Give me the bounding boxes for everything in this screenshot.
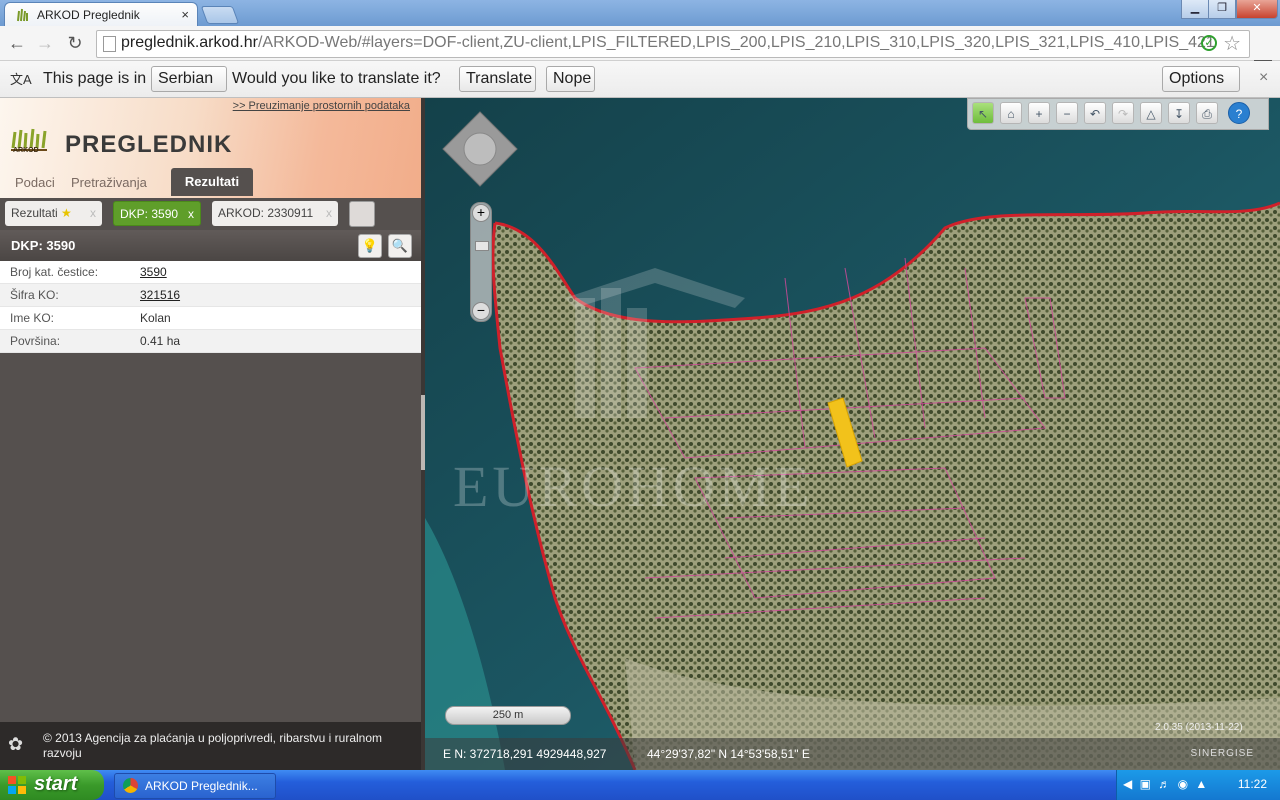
chrome-icon	[123, 778, 138, 793]
left-panel: >> Preuzimanje prostornih podataka ARKOD…	[0, 98, 421, 770]
logo-text: ARKOD	[13, 147, 39, 154]
translate-bar: 文A This page is in Serbian ▾ Would you l…	[0, 61, 1280, 111]
tab-title: ARKOD Preglednik	[37, 8, 140, 22]
zoom-to-icon[interactable]: 🔍	[388, 234, 412, 258]
select-tool-icon[interactable]: ↖	[972, 102, 994, 124]
provider-logo: SINERGISE	[1190, 748, 1254, 759]
panel-header: >> Preuzimanje prostornih podataka ARKOD…	[0, 98, 421, 198]
browser-toolbar: ← → ↻ preglednik.arkod.hr/ARKOD-Web/#lay…	[0, 26, 1280, 75]
attribute-table: Broj kat. čestice: 3590 Šifra KO: 321516 I…	[0, 261, 421, 353]
address-bar[interactable]: preglednik.arkod.hr/ARKOD-Web/#layers=DO…	[96, 30, 1250, 58]
tab-pretrazivanja[interactable]: Pretraživanja	[71, 175, 147, 190]
tab-podaci[interactable]: Podaci	[15, 175, 55, 190]
translate-button[interactable]: Translate	[459, 66, 536, 92]
translate-close-icon[interactable]: ×	[1259, 69, 1268, 87]
help-icon[interactable]: ?	[1228, 102, 1250, 124]
result-header: DKP: 3590 💡 🔍	[0, 230, 421, 261]
map-toolbar: ↖ ⌂ + − ↶ ↷ △ ↧ ⎙ ?	[967, 98, 1269, 130]
ko-code-link[interactable]: 321516	[140, 288, 180, 302]
tab-rezultati[interactable]: Rezultati	[171, 168, 253, 196]
system-tray: ◀ ▣ ♬ ◉ ▲ 11:22	[1116, 770, 1280, 800]
close-window-button[interactable]: ✕	[1236, 0, 1278, 19]
satellite-map	[425, 98, 1280, 770]
parcel-number-link[interactable]: 3590	[140, 265, 167, 279]
bookmark-star-icon[interactable]: ☆	[1223, 31, 1241, 56]
lightbulb-icon[interactable]: 💡	[358, 234, 382, 258]
agency-logo-icon: ✿	[8, 734, 24, 754]
table-row: Broj kat. čestice: 3590	[0, 261, 421, 284]
back-arrow-icon[interactable]: ←	[6, 32, 28, 54]
table-row: Šifra KO: 321516	[0, 284, 421, 307]
print-icon[interactable]: ⎙	[1196, 102, 1218, 124]
translate-icon: 文A	[10, 72, 32, 87]
translate-question: Would you like to translate it?	[232, 70, 441, 87]
chip-arkod[interactable]: ARKOD: 2330911 x	[212, 201, 338, 226]
pan-control[interactable]	[441, 110, 519, 188]
chip-close-icon[interactable]: x	[188, 202, 194, 227]
panel-footer: ✿ © 2013 Agencija za plaćanja u poljopri…	[0, 722, 421, 770]
projected-coords: E N: 372718,291 4929448,927	[443, 747, 607, 761]
chip-close-icon[interactable]: x	[90, 201, 96, 226]
reload-icon[interactable]: ↻	[64, 32, 86, 54]
map-view[interactable]: EUROHOME + − ↖ ⌂ + − ↶ ↷ △ ↧ ⎙ ? 250 m 2…	[425, 98, 1280, 770]
chip-rezultati[interactable]: Rezultati ★ x	[5, 201, 102, 226]
zoom-out-tool-icon[interactable]: −	[1056, 102, 1078, 124]
home-icon[interactable]: ⌂	[1000, 102, 1022, 124]
results-tool-icon[interactable]	[349, 201, 375, 227]
options-button[interactable]: Options ▾	[1162, 66, 1240, 111]
maximize-button[interactable]: ❐	[1208, 0, 1236, 19]
nope-button[interactable]: Nope	[546, 66, 595, 92]
chip-close-icon[interactable]: x	[326, 201, 332, 226]
start-button[interactable]: start	[0, 770, 104, 800]
download-data-link[interactable]: >> Preuzimanje prostornih podataka	[233, 100, 410, 112]
tab-strip: ARKOD Preglednik × ▁ ❐ ✕	[0, 0, 1280, 27]
scale-bar: 250 m	[445, 706, 571, 725]
coordinate-bar: E N: 372718,291 4929448,927 44°29'37,82"…	[425, 738, 1280, 770]
zoom-in-tool-icon[interactable]: +	[1028, 102, 1050, 124]
app-brand: PREGLEDNIK	[65, 131, 233, 158]
page-icon	[103, 36, 116, 52]
table-row: Površina: 0.41 ha	[0, 330, 421, 353]
tray-icons[interactable]: ◀ ▣ ♬ ◉ ▲	[1123, 777, 1209, 791]
download-icon[interactable]: ↧	[1168, 102, 1190, 124]
result-title: DKP: 3590	[11, 238, 76, 253]
zoom-slider-handle[interactable]	[475, 241, 489, 251]
taskbar-item-arkod[interactable]: ARKOD Preglednik...	[114, 773, 276, 799]
previous-view-icon[interactable]: ↶	[1084, 102, 1106, 124]
minimize-button[interactable]: ▁	[1181, 0, 1209, 19]
table-row: Ime KO: Kolan	[0, 307, 421, 330]
zoom-in-icon[interactable]: +	[472, 204, 490, 222]
geo-coords: 44°29'37,82" N 14°53'58,51" E	[647, 747, 810, 761]
taskbar: start ARKOD Preglednik... ◀ ▣ ♬ ◉ ▲ 11:2…	[0, 770, 1280, 800]
url-text: preglednik.arkod.hr/ARKOD-Web/#layers=DO…	[121, 34, 1215, 51]
browser-tab[interactable]: ARKOD Preglednik ×	[4, 2, 198, 27]
watermark-text: EUROHOME	[453, 454, 814, 519]
windows-flag-icon	[8, 776, 26, 794]
chip-dkp[interactable]: DKP: 3590 x	[113, 201, 201, 226]
copyright-text: © 2013 Agencija za plaćanja u poljoprivr…	[43, 731, 383, 760]
next-view-icon[interactable]: ↷	[1112, 102, 1134, 124]
new-tab-button[interactable]	[200, 6, 240, 24]
extension-check-icon[interactable]: ✓	[1201, 35, 1217, 51]
translate-prefix: This page is in	[43, 70, 147, 87]
language-select[interactable]: Serbian ▾	[151, 66, 227, 111]
zoom-slider[interactable]: + −	[470, 202, 492, 322]
tab-close-icon[interactable]: ×	[181, 7, 189, 22]
arkod-favicon-icon	[17, 8, 28, 22]
version-text: 2.0.35 (2013-11-22)	[1155, 722, 1243, 733]
forward-arrow-icon[interactable]: →	[34, 32, 56, 54]
measure-icon[interactable]: △	[1140, 102, 1162, 124]
clock: 11:22	[1237, 777, 1267, 791]
zoom-out-icon[interactable]: −	[472, 302, 490, 320]
